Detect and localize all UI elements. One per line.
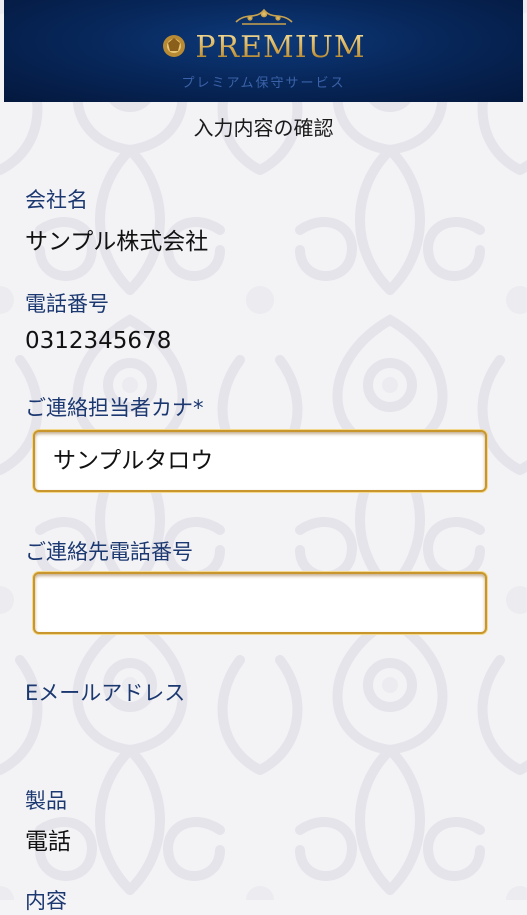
contact-kana-input[interactable]: サンプルタロウ [33, 430, 487, 492]
details-label: 内容 [25, 889, 67, 913]
contact-kana-label: ご連絡担当者カナ* [25, 396, 204, 420]
brand-name: PREMIUM [195, 30, 366, 65]
contact-phone-input[interactable] [33, 572, 487, 634]
phone-label: 電話番号 [25, 292, 109, 316]
product-value: 電話 [25, 829, 71, 855]
lion-emblem-icon [163, 35, 186, 57]
company-value: サンプル株式会社 [25, 229, 209, 255]
crown-ornament-icon [234, 8, 293, 25]
app-header: PREMIUM プレミアム保守サービス [4, 0, 523, 102]
brand-logo: PREMIUM [4, 30, 523, 65]
product-label: 製品 [25, 789, 67, 813]
phone-value: 0312345678 [25, 328, 172, 354]
brand-subtitle: プレミアム保守サービス [181, 76, 346, 91]
page-title: 入力内容の確認 [193, 116, 334, 140]
company-label: 会社名 [25, 188, 88, 212]
email-label: Eメールアドレス [25, 681, 186, 705]
contact-phone-label: ご連絡先電話番号 [25, 540, 193, 564]
